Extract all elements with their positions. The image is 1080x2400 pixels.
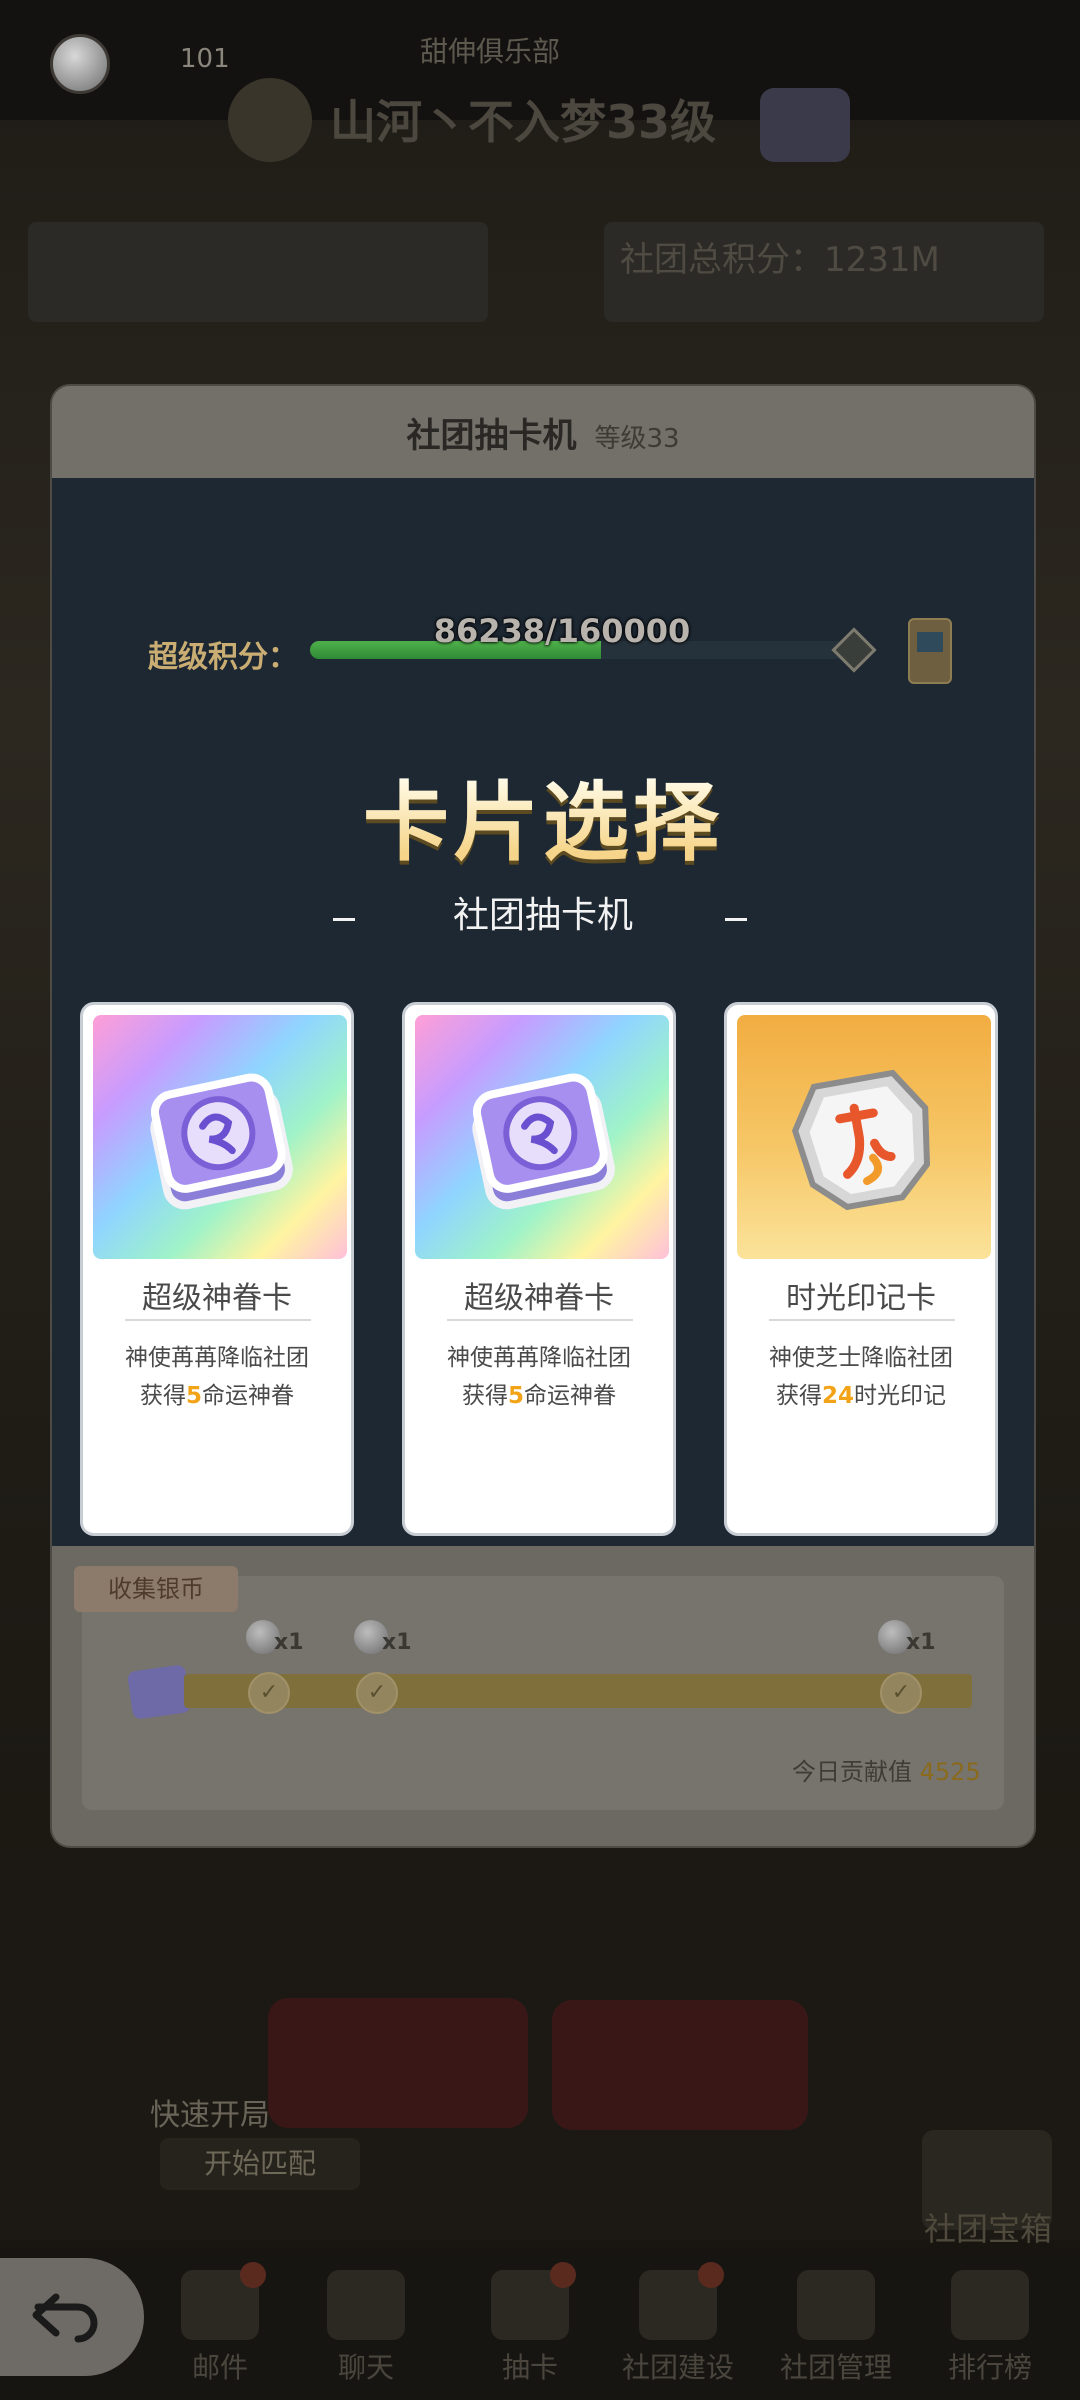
card-description: 神使苒苒降临社团 获得5命运神眷 — [405, 1339, 673, 1415]
collect-coins-tab: 收集银币 — [74, 1566, 238, 1612]
members-icon — [797, 2270, 875, 2340]
nav-label: 社团建设 — [621, 2351, 734, 2384]
card-art — [737, 1015, 991, 1259]
reward-count: 5 — [185, 1383, 202, 1409]
nav-club-build[interactable]: 社团建设 — [618, 2262, 738, 2384]
nav-chat[interactable]: 聊天 — [306, 2270, 426, 2384]
reward-count: 5 — [507, 1383, 524, 1409]
card-desc-line: 神使苒苒降临社团 — [447, 1345, 631, 1371]
reward-name: 命运神眷 — [524, 1383, 616, 1409]
reward-prefix: 获得 — [139, 1383, 186, 1409]
super-score-value: 86238/160000 — [433, 612, 691, 650]
club-badge[interactable] — [760, 88, 850, 162]
reward-prefix: 获得 — [775, 1383, 822, 1409]
nav-leaderboard[interactable]: 排行榜 — [930, 2270, 1050, 2384]
back-button[interactable] — [0, 2258, 144, 2376]
progress-end-diamond-icon — [831, 627, 877, 673]
reward-count: 24 — [821, 1383, 854, 1409]
super-score-label: 超级积分： — [148, 640, 298, 675]
card-art — [415, 1015, 669, 1259]
nav-label: 社团管理 — [779, 2351, 892, 2384]
coin-multiplier: x1 — [274, 1630, 304, 1655]
contribution-value: 4525 — [919, 1758, 981, 1786]
card-reward-line: 获得24时光印记 — [727, 1377, 995, 1415]
chat-icon — [327, 2270, 405, 2340]
card-divider — [447, 1319, 633, 1321]
coin-count: 101 — [180, 44, 230, 74]
time-seal-icon — [791, 1069, 931, 1211]
quick-start-label: 快速开局 — [150, 2098, 270, 2133]
card-name: 时光印记卡 — [786, 1281, 936, 1316]
reward-prefix: 获得 — [461, 1383, 508, 1409]
dialog-level: 等级33 — [594, 423, 680, 454]
daily-contribution: 今日贡献值 4525 — [792, 1752, 981, 1787]
card-description: 神使苒苒降临社团 获得5命运神眷 — [83, 1339, 351, 1415]
rainbow-card-pack-icon — [472, 1073, 615, 1210]
card-option-3[interactable]: 时光印记卡 神使芝士降临社团 获得24时光印记 — [724, 1002, 998, 1536]
club-total-score: 社团总积分：1231M — [620, 240, 940, 280]
nav-label: 聊天 — [337, 2351, 394, 2384]
reward-name: 命运神眷 — [202, 1383, 294, 1409]
nav-mail[interactable]: 邮件 — [160, 2262, 280, 2384]
card-divider — [125, 1319, 311, 1321]
nav-club-manage[interactable]: 社团管理 — [776, 2270, 896, 2384]
card-select-subtitle: 社团抽卡机 — [452, 895, 633, 936]
collect-progress-bar — [184, 1674, 972, 1708]
back-arrow-icon — [32, 2293, 98, 2343]
reward-check-icon[interactable]: ✓ — [248, 1672, 290, 1714]
notification-dot — [698, 2262, 724, 2288]
card-select-title: 卡片选择 — [52, 752, 1034, 877]
nav-label: 邮件 — [191, 2351, 248, 2384]
subtitle-dash-right — [725, 918, 747, 921]
card-name: 超级神眷卡 — [142, 1281, 292, 1316]
nav-label: 抽卡 — [501, 2351, 558, 2384]
dialog-title: 社团抽卡机 — [406, 415, 577, 456]
club-name: 山河丶不入梦33级 — [330, 95, 717, 149]
notification-dot — [240, 2262, 266, 2288]
coin-multiplier: x1 — [382, 1630, 412, 1655]
nav-gacha[interactable]: 抽卡 — [470, 2262, 590, 2384]
card-description: 神使芝士降临社团 获得24时光印记 — [727, 1339, 995, 1415]
game-table-1[interactable] — [268, 1998, 528, 2128]
club-emblem — [228, 78, 312, 162]
notification-dot — [550, 2262, 576, 2288]
card-reward-line: 获得5命运神眷 — [83, 1377, 351, 1415]
card-divider — [769, 1319, 955, 1321]
reward-name: 时光印记 — [854, 1383, 946, 1409]
game-table-2[interactable] — [552, 2000, 808, 2130]
club-treasure-label: 社团宝箱 — [924, 2210, 1053, 2248]
card-option-1[interactable]: 超级神眷卡 神使苒苒降临社团 获得5命运神眷 — [80, 1002, 354, 1536]
club-tag: 甜伸俱乐部 — [420, 35, 561, 68]
card-option-2[interactable]: 超级神眷卡 神使苒苒降临社团 获得5命运神眷 — [402, 1002, 676, 1536]
reward-check-icon[interactable]: ✓ — [880, 1672, 922, 1714]
reward-check-icon[interactable]: ✓ — [356, 1672, 398, 1714]
ticket-icon — [126, 1664, 192, 1720]
card-reward-line: 获得5命运神眷 — [405, 1377, 673, 1415]
history-panel — [28, 222, 488, 322]
rainbow-card-pack-icon — [150, 1073, 293, 1210]
dialog-header: 社团抽卡机 等级33 — [52, 386, 1034, 478]
gacha-machine-icon[interactable] — [908, 618, 952, 684]
card-art — [93, 1015, 347, 1259]
card-name: 超级神眷卡 — [464, 1281, 614, 1316]
avatar[interactable] — [50, 34, 110, 94]
contribution-label: 今日贡献值 — [792, 1758, 912, 1786]
coin-multiplier: x1 — [906, 1630, 936, 1655]
leaderboard-icon — [951, 2270, 1029, 2340]
gacha-dialog: 社团抽卡机 等级33 超级积分： 86238/160000 卡片选择 社团抽卡机 — [52, 386, 1034, 1846]
card-selection-panel: 超级积分： 86238/160000 卡片选择 社团抽卡机 超级神眷卡 神使苒苒… — [52, 478, 1034, 1546]
nav-label: 排行榜 — [947, 2351, 1032, 2384]
card-desc-line: 神使苒苒降临社团 — [125, 1345, 309, 1371]
card-desc-line: 神使芝士降临社团 — [769, 1345, 953, 1371]
start-match-button[interactable]: 开始匹配 — [160, 2138, 360, 2190]
